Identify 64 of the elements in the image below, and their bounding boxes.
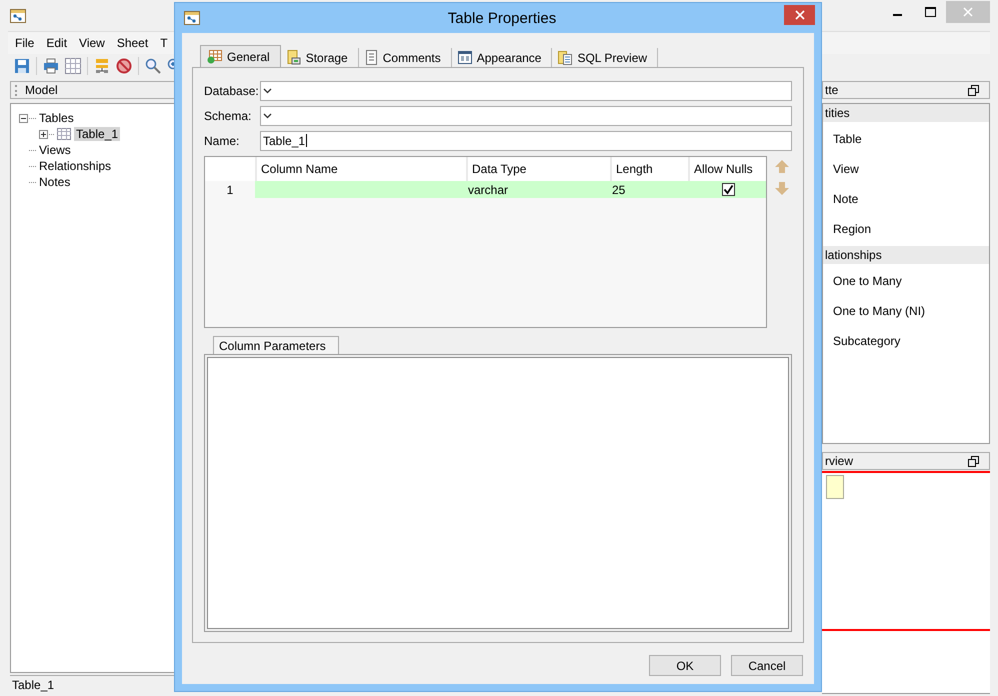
panel-title: Model — [25, 83, 58, 97]
save-icon[interactable] — [14, 58, 30, 74]
zoom-fit-icon[interactable] — [145, 58, 161, 74]
overview-canvas[interactable] — [822, 471, 990, 694]
tree-item[interactable]: Table_1 — [74, 127, 120, 141]
expander-icon[interactable] — [39, 130, 48, 138]
field-label: Name: — [204, 134, 240, 148]
close-icon — [963, 6, 973, 16]
caret-icon — [263, 88, 272, 94]
app-icon — [10, 8, 26, 22]
palette-item[interactable]: One to Many — [833, 266, 989, 296]
tree-item[interactable]: Notes — [37, 175, 72, 189]
table-cell[interactable] — [255, 181, 466, 198]
palette-item[interactable]: Table — [833, 124, 989, 154]
tree-item[interactable]: Tables — [37, 111, 76, 125]
tab[interactable]: General — [200, 45, 281, 67]
palette-item[interactable]: View — [833, 154, 989, 184]
menu-item[interactable]: Edit — [46, 36, 68, 50]
palette-item[interactable]: Region — [833, 214, 989, 244]
no-entry-icon[interactable] — [116, 58, 132, 74]
input-field[interactable]: Table_1 — [260, 130, 792, 150]
hierarchy-icon[interactable] — [94, 58, 110, 74]
checkbox[interactable] — [722, 183, 734, 196]
dialog-button[interactable]: OK — [649, 655, 721, 676]
dialog-title: Table Properties — [448, 10, 556, 26]
restore-icon[interactable] — [968, 84, 979, 96]
close-button[interactable] — [784, 5, 815, 25]
panel-title: tte — [825, 83, 838, 97]
menu-item[interactable]: File — [15, 36, 34, 50]
restore-icon[interactable] — [968, 456, 979, 466]
table-icon — [57, 128, 71, 140]
menu-item[interactable]: View — [79, 36, 105, 50]
field-label: Schema: — [204, 108, 252, 122]
table-icon — [207, 50, 222, 64]
panel-title: rview — [825, 454, 854, 468]
palette-item[interactable]: Subcategory — [833, 326, 989, 356]
tree-item[interactable]: Relationships — [37, 159, 114, 173]
dropdown-field[interactable] — [260, 106, 792, 126]
app-icon — [184, 11, 200, 25]
close-icon — [794, 10, 804, 20]
expander-icon[interactable] — [19, 114, 28, 122]
window-icon — [458, 51, 472, 64]
palette-section-header[interactable]: lationships — [823, 246, 989, 264]
table-cell[interactable]: varchar — [466, 181, 610, 198]
field-label: Database: — [204, 84, 260, 98]
row-number: 1 — [226, 182, 234, 198]
script-icon — [558, 50, 572, 65]
document-icon — [364, 50, 378, 65]
tab[interactable]: Column Parameters — [213, 336, 339, 354]
menu-item[interactable]: Sheet — [116, 36, 148, 50]
palette-item[interactable]: Note — [833, 184, 989, 214]
maximize-icon[interactable] — [924, 6, 936, 16]
palette-section-header[interactable]: tities — [823, 104, 989, 122]
table-thumbnail — [826, 475, 844, 499]
grid-icon[interactable] — [65, 58, 81, 74]
menu-item[interactable]: T — [160, 36, 168, 50]
table-cell[interactable]: 25 — [610, 181, 688, 198]
dropdown-field[interactable] — [260, 80, 792, 100]
print-icon[interactable] — [43, 58, 59, 74]
storage-icon — [286, 50, 301, 65]
caret-icon — [263, 112, 272, 118]
palette-item[interactable]: One to Many (NI) — [833, 296, 989, 326]
dialog-button[interactable]: Cancel — [731, 655, 803, 676]
tree-item[interactable]: Views — [37, 143, 73, 157]
